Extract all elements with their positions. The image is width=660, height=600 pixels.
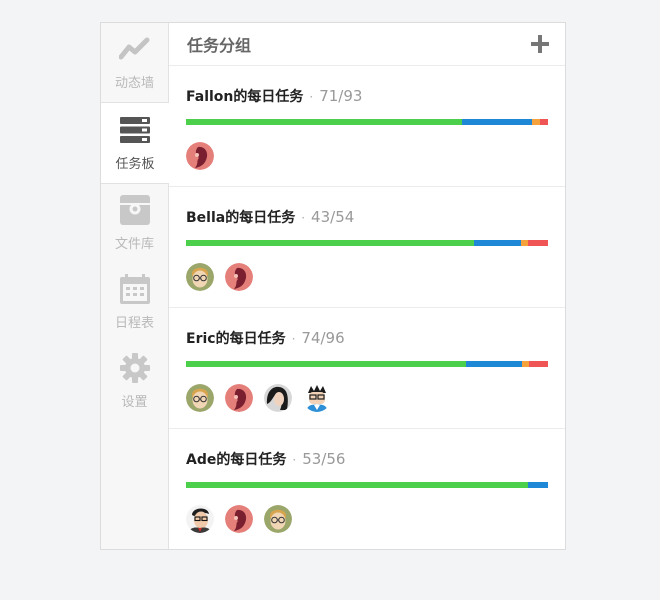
- separator-dot: ·: [309, 90, 314, 104]
- member-avatars: [186, 142, 548, 170]
- progress-segment: [529, 361, 548, 367]
- sidebar-item-files[interactable]: 文件库: [101, 184, 168, 263]
- file-library-icon: [119, 195, 151, 225]
- calendar-icon: [119, 274, 151, 304]
- avatar-red[interactable]: [186, 142, 214, 170]
- group-name[interactable]: Fallon的每日任务: [186, 86, 303, 106]
- progress-segment: [186, 240, 475, 246]
- progress-segment: [521, 240, 529, 246]
- avatar-dark-hair[interactable]: [264, 384, 292, 412]
- separator-dot: ·: [301, 211, 306, 225]
- progress-segment: [474, 240, 522, 246]
- trend-line-icon: [118, 34, 151, 64]
- sidebar-item-settings[interactable]: 设置: [101, 342, 168, 421]
- task-group[interactable]: Fallon的每日任务 · 71/93: [169, 66, 565, 187]
- avatar-glasses[interactable]: [186, 263, 214, 291]
- progress-segment: [528, 482, 548, 488]
- gear-icon: [119, 353, 151, 383]
- sidebar-item-label: 日程表: [114, 316, 154, 331]
- progress-segment: [186, 482, 529, 488]
- sidebar-item-calendar[interactable]: 日程表: [101, 263, 168, 342]
- progress-bar: [186, 361, 548, 367]
- progress-bar: [186, 240, 548, 246]
- avatar-red[interactable]: [225, 263, 253, 291]
- progress-segment: [539, 119, 548, 125]
- panel-header: 任务分组: [169, 23, 565, 66]
- main-panel: 任务分组 Fallon的每日任务 · 71/93 Bella的每日任务 · 43/54 Er…: [169, 23, 565, 549]
- task-count: 71/93: [319, 87, 363, 105]
- separator-dot: ·: [291, 332, 296, 346]
- task-board-icon: [119, 115, 151, 145]
- progress-bar: [186, 482, 548, 488]
- group-list: Fallon的每日任务 · 71/93 Bella的每日任务 · 43/54 Eric的每日…: [169, 66, 565, 549]
- progress-segment: [462, 119, 533, 125]
- task-count: 74/96: [301, 329, 345, 347]
- separator-dot: ·: [292, 453, 297, 467]
- progress-segment: [528, 240, 548, 246]
- group-name[interactable]: Eric的每日任务: [186, 328, 286, 348]
- sidebar-item-label: 任务板: [115, 156, 155, 172]
- sidebar-item-label: 设置: [121, 395, 148, 410]
- avatar-red[interactable]: [225, 505, 253, 533]
- task-count: 53/56: [302, 450, 346, 468]
- sidebar-item-label: 动态墙: [114, 76, 154, 91]
- member-avatars: [186, 384, 548, 412]
- progress-segment: [186, 119, 463, 125]
- task-count: 43/54: [311, 208, 355, 226]
- avatar-glasses[interactable]: [264, 505, 292, 533]
- member-avatars: [186, 505, 548, 533]
- group-name[interactable]: Ade的每日任务: [186, 449, 286, 469]
- add-group-button[interactable]: [531, 30, 549, 58]
- app-window: 动态墙 任务板 文件库 日程表 设置 任务分组 Fallon的每日任务 · 71…: [100, 22, 566, 550]
- plus-icon: [531, 35, 549, 53]
- progress-segment: [521, 361, 530, 367]
- progress-segment: [186, 361, 467, 367]
- group-title: Ade的每日任务 · 53/56: [186, 449, 548, 469]
- group-title: Fallon的每日任务 · 71/93: [186, 86, 548, 106]
- task-group[interactable]: Eric的每日任务 · 74/96: [169, 308, 565, 429]
- sidebar-item-activity[interactable]: 动态墙: [101, 23, 168, 102]
- task-group[interactable]: Bella的每日任务 · 43/54: [169, 187, 565, 308]
- sidebar: 动态墙 任务板 文件库 日程表 设置: [101, 23, 169, 549]
- progress-segment: [466, 361, 522, 367]
- avatar-glasses[interactable]: [186, 384, 214, 412]
- group-title: Eric的每日任务 · 74/96: [186, 328, 548, 348]
- progress-segment: [532, 119, 540, 125]
- page-title: 任务分组: [187, 36, 252, 55]
- sidebar-item-label: 文件库: [114, 237, 154, 252]
- group-title: Bella的每日任务 · 43/54: [186, 207, 548, 227]
- member-avatars: [186, 263, 548, 291]
- avatar-man-glasses[interactable]: [186, 505, 214, 533]
- group-name[interactable]: Bella的每日任务: [186, 207, 295, 227]
- task-group[interactable]: Ade的每日任务 · 53/56: [169, 429, 565, 549]
- progress-bar: [186, 119, 548, 125]
- avatar-cartoon[interactable]: [303, 384, 331, 412]
- sidebar-item-task-board[interactable]: 任务板: [101, 102, 169, 184]
- avatar-red[interactable]: [225, 384, 253, 412]
